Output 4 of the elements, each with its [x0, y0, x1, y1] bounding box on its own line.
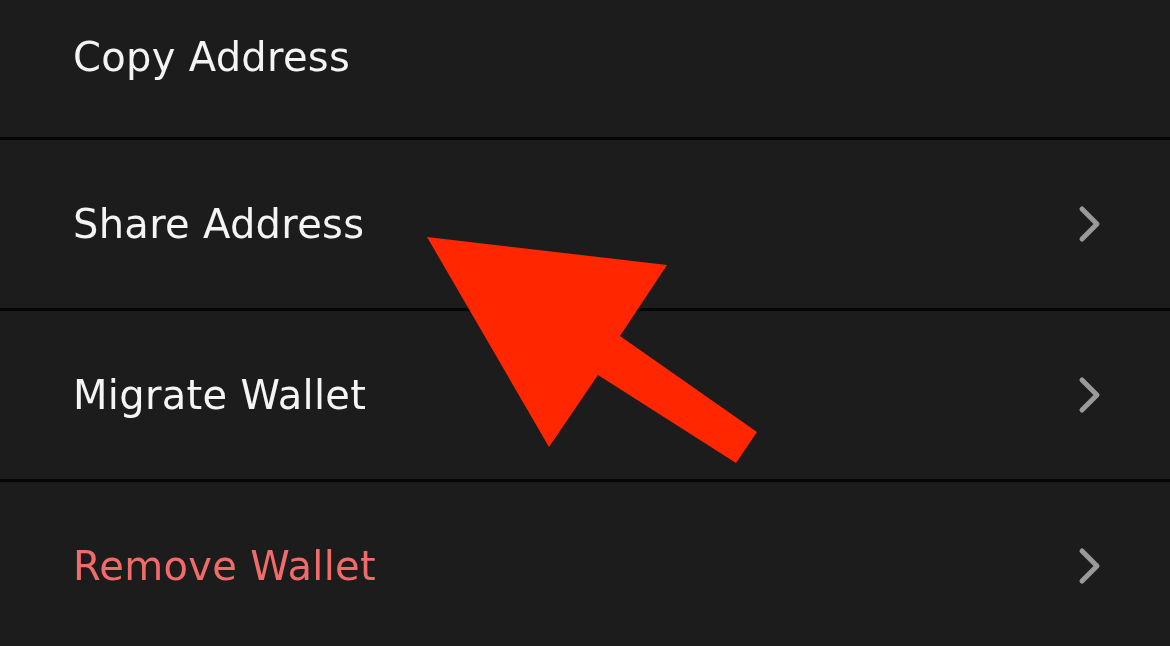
- menu-item-label: Migrate Wallet: [73, 372, 367, 418]
- menu-item-label: Copy Address: [73, 33, 351, 80]
- menu-item-label: Remove Wallet: [73, 543, 376, 589]
- menu-item-label: Share Address: [73, 201, 365, 247]
